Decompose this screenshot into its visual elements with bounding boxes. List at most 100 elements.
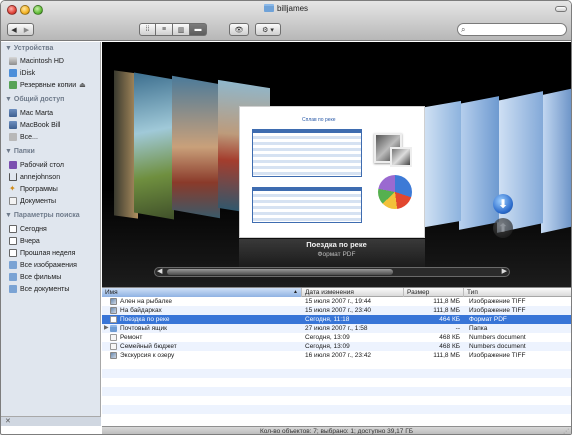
- cover-thumbnail[interactable]: [172, 75, 220, 219]
- sidebar-item-home[interactable]: annejohnson: [9, 172, 99, 182]
- selected-cover-document[interactable]: Сплав по реке: [239, 106, 425, 238]
- back-button[interactable]: ◀: [7, 23, 21, 36]
- file-date: 27 июля 2007 г., 1:58: [305, 325, 368, 332]
- forward-button[interactable]: ▶: [20, 23, 34, 36]
- file-size: 111,8 МБ: [433, 352, 460, 359]
- table-row[interactable]: Семейный бюджет Сегодня, 13:09 468 КБ Nu…: [102, 342, 571, 351]
- view-mode-group: ⁞⁞ ≡ ▥ ▬: [139, 23, 207, 36]
- coverflow-scroll-thumb[interactable]: [167, 269, 393, 275]
- harddisk-icon: [9, 57, 17, 65]
- document-table: [252, 129, 362, 177]
- action-menu-button[interactable]: ⚙ ▾: [255, 23, 281, 36]
- sidebar-item-macintosh-hd[interactable]: Macintosh HD: [9, 56, 99, 66]
- file-size: 468 КБ: [439, 343, 460, 350]
- cover-thumbnail[interactable]: [459, 96, 499, 230]
- scroll-right-arrow[interactable]: ▶: [502, 267, 507, 275]
- tools-icon: ✕: [5, 418, 11, 425]
- clock-icon: [9, 237, 17, 245]
- sidebar-item-all-shared[interactable]: Все...: [9, 132, 99, 142]
- document-title: Сплав по реке: [302, 117, 336, 123]
- list-empty-area[interactable]: [102, 360, 571, 416]
- search-input[interactable]: ⌕: [457, 23, 567, 36]
- sidebar-item-label: Все документы: [20, 285, 70, 293]
- sidebar-item-label: Mac Marta: [20, 109, 54, 117]
- section-title: Папки: [13, 148, 35, 155]
- resize-grip-icon[interactable]: ⋰: [563, 428, 569, 434]
- file-name: Почтовый ящик: [120, 325, 167, 332]
- sidebar-item-today[interactable]: Сегодня: [9, 224, 99, 234]
- cover-thumbnail[interactable]: [134, 72, 174, 220]
- gear-icon: ⚙ ▾: [262, 26, 274, 34]
- sidebar-item-all-images[interactable]: Все изображения: [9, 260, 99, 270]
- coverflow-item-name: Поездка по реке: [306, 240, 367, 249]
- sidebar-item-all-documents[interactable]: Все документы: [9, 284, 99, 294]
- document-table: [252, 187, 362, 223]
- cover-thumbnail[interactable]: [541, 88, 571, 234]
- sidebar-section-devices[interactable]: ▼ Устройства: [5, 45, 53, 52]
- status-bar: Кол-во объектов: 7; выбрано: 1; доступно…: [102, 426, 571, 435]
- sidebar-item-label: annejohnson: [20, 173, 61, 181]
- file-date: Сегодня, 11:18: [305, 316, 350, 323]
- computer-icon: [9, 109, 17, 117]
- icon-view-button[interactable]: ⁞⁞: [139, 23, 156, 36]
- sidebar-item-idisk[interactable]: iDisk: [9, 68, 99, 78]
- clock-icon: [9, 249, 17, 257]
- table-row[interactable]: Экскурсия к озеру 16 июля 2007 г., 23:42…: [102, 351, 571, 360]
- coverflow-pane[interactable]: Сплав по реке ⬇ ⬆ Поездка по реке Формат…: [102, 42, 571, 287]
- eject-icon[interactable]: ⏏: [79, 81, 86, 89]
- file-type: Изображение TIFF: [469, 352, 526, 359]
- sidebar-item-desktop[interactable]: Рабочий стол: [9, 160, 99, 170]
- documents-icon: [9, 197, 17, 205]
- table-row-selected[interactable]: Поездка по реке Сегодня, 11:18 464 КБ Фо…: [102, 315, 571, 324]
- column-header-type[interactable]: Тип: [464, 288, 571, 297]
- sidebar-section-shared[interactable]: ▼ Общий доступ: [5, 96, 64, 103]
- coverflow-scrollbar[interactable]: ◀ ▶: [154, 267, 510, 277]
- file-list: Имя ▲ Дата изменения Размер Тип Ален на р…: [102, 288, 571, 426]
- sidebar-item-label: Все...: [20, 133, 38, 141]
- quick-look-button[interactable]: 👁: [229, 23, 249, 36]
- backup-icon: [9, 81, 17, 89]
- sidebar-item-macbook-bill[interactable]: MacBook Bill: [9, 120, 99, 130]
- table-row[interactable]: На байдарках 15 июля 2007 г., 23:40 111,…: [102, 306, 571, 315]
- arrow-down-icon: ⬇: [493, 194, 513, 214]
- file-type: Изображение TIFF: [469, 307, 526, 314]
- eye-icon: 👁: [234, 26, 244, 34]
- apps-icon: ✦: [9, 184, 16, 193]
- status-text: Кол-во объектов: 7; выбрано: 1; доступно…: [259, 428, 413, 435]
- tiff-file-icon: [110, 307, 117, 314]
- sidebar-item-documents[interactable]: Документы: [9, 196, 99, 206]
- table-row[interactable]: Ремонт Сегодня, 13:09 468 КБ Numbers doc…: [102, 333, 571, 342]
- sidebar-item-applications[interactable]: ✦ Программы: [9, 184, 99, 194]
- list-view-button[interactable]: ≡: [156, 23, 173, 36]
- file-date: 15 июля 2007 г., 23:40: [305, 307, 372, 314]
- toolbar-toggle-button[interactable]: [555, 6, 567, 12]
- disclosure-triangle-icon[interactable]: ▶: [104, 324, 109, 333]
- cover-thumbnail[interactable]: [425, 100, 461, 228]
- photo-thumbnail: [390, 147, 412, 167]
- sidebar-item-mac-marta[interactable]: Mac Marta: [9, 108, 99, 118]
- sidebar-section-search[interactable]: ▼ Параметры поиска: [5, 212, 80, 219]
- list-header: Имя ▲ Дата изменения Размер Тип: [102, 288, 571, 297]
- sidebar-resize-bar[interactable]: ✕: [1, 416, 101, 426]
- sidebar-item-last-week[interactable]: Прошлая неделя: [9, 248, 99, 258]
- table-row[interactable]: ▶ Почтовый ящик 27 июля 2007 г., 1:58 -- …: [102, 324, 571, 333]
- sidebar-item-all-movies[interactable]: Все фильмы: [9, 272, 99, 282]
- file-date: 15 июля 2007 г., 19:44: [305, 298, 372, 305]
- coverflow-view-button[interactable]: ▬: [190, 23, 207, 36]
- sidebar-section-folders[interactable]: ▼ Папки: [5, 148, 35, 155]
- sidebar-item-label: Все фильмы: [20, 273, 62, 281]
- column-header-name[interactable]: Имя ▲: [102, 288, 302, 297]
- column-header-size[interactable]: Размер: [404, 288, 464, 297]
- finder-window: billjames ◀ ▶ ⁞⁞ ≡ ▥ ▬ 👁 ⚙ ▾ ⌕ ▼ Устройс…: [0, 0, 572, 435]
- title-bar: billjames ◀ ▶ ⁞⁞ ≡ ▥ ▬ 👁 ⚙ ▾ ⌕: [1, 1, 571, 41]
- sidebar-item-backups[interactable]: Резервные копии ⏏: [9, 80, 99, 90]
- column-view-button[interactable]: ▥: [173, 23, 190, 36]
- table-row[interactable]: Ален на рыбалке 15 июля 2007 г., 19:44 1…: [102, 297, 571, 306]
- column-header-date[interactable]: Дата изменения: [302, 288, 404, 297]
- scroll-left-arrow[interactable]: ◀: [157, 267, 162, 275]
- mail-folder-icon: [110, 325, 117, 332]
- sidebar-item-label: MacBook Bill: [20, 121, 61, 129]
- clock-icon: [9, 225, 17, 233]
- file-name: Экскурсия к озеру: [120, 352, 175, 359]
- sidebar-item-yesterday[interactable]: Вчера: [9, 236, 99, 246]
